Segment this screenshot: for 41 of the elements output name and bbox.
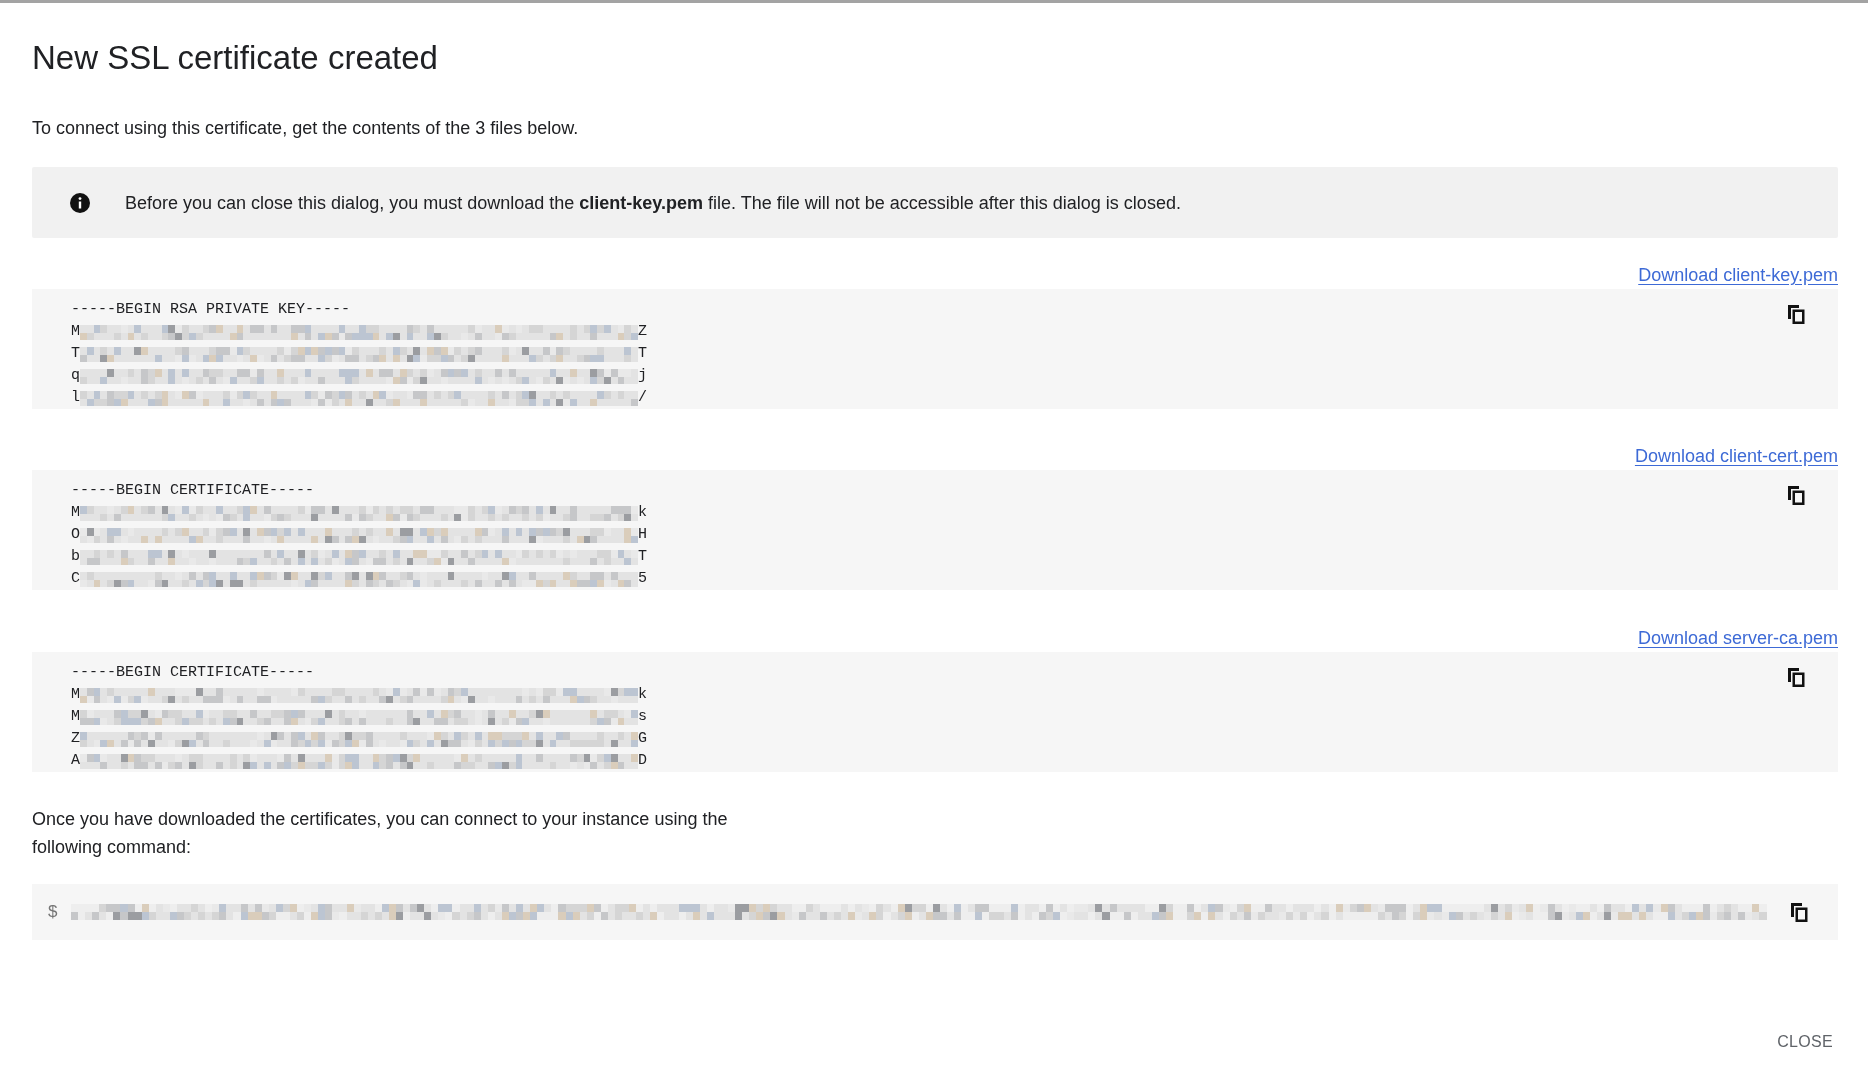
code-text: k <box>638 503 648 523</box>
download-link[interactable]: Download client-cert.pem <box>1634 445 1838 467</box>
code-text: H <box>638 525 648 545</box>
dialog-title: New SSL certificate created <box>32 38 438 78</box>
code-text: Z <box>71 729 80 749</box>
code-text: T <box>638 344 648 364</box>
code-text: j <box>638 366 648 386</box>
code-text: O <box>71 525 80 545</box>
code-text: -----BEGIN RSA PRIVATE KEY----- <box>71 300 351 320</box>
code-text: / <box>638 388 648 408</box>
code-text: D <box>638 751 648 771</box>
copy-icon[interactable] <box>1791 902 1808 922</box>
code-text: T <box>71 344 80 364</box>
command-intro-text: Once you have downloaded the certificates, you can connect to your instance using the following command: <box>32 808 729 859</box>
code-text: G <box>638 729 648 749</box>
copy-icon[interactable] <box>1788 668 1805 687</box>
code-text: k <box>638 685 648 705</box>
code-text: l <box>71 388 80 408</box>
close-button[interactable]: CLOSE <box>1772 1024 1838 1060</box>
code-text: M <box>71 503 80 523</box>
code-text: s <box>638 707 648 727</box>
code-text: -----BEGIN CERTIFICATE----- <box>71 481 315 501</box>
code-text: q <box>71 366 80 386</box>
code-text: M <box>71 322 80 342</box>
code-text: b <box>71 547 80 567</box>
code-text: 5 <box>638 569 648 589</box>
download-link[interactable]: Download server-ca.pem <box>1637 627 1838 649</box>
code-text: A <box>71 751 80 771</box>
code-text: -----BEGIN CERTIFICATE----- <box>71 663 315 683</box>
copy-icon[interactable] <box>1788 305 1805 324</box>
intro-text: To connect using this certificate, get the contents of the 3 files below. <box>32 117 579 140</box>
notice-text: Before you can close this dialog, you must download the client-key.pem file. The file will not be accessible after this dialog is closed. <box>125 191 1181 215</box>
code-text: M <box>71 685 80 705</box>
code-text: T <box>638 547 648 567</box>
prompt-text: $ <box>48 902 58 922</box>
code-text: M <box>71 707 80 727</box>
code-text: Z <box>638 322 648 342</box>
copy-icon[interactable] <box>1788 486 1805 505</box>
download-link[interactable]: Download client-key.pem <box>1638 264 1838 286</box>
code-text: C <box>71 569 80 589</box>
info-icon <box>70 192 90 213</box>
